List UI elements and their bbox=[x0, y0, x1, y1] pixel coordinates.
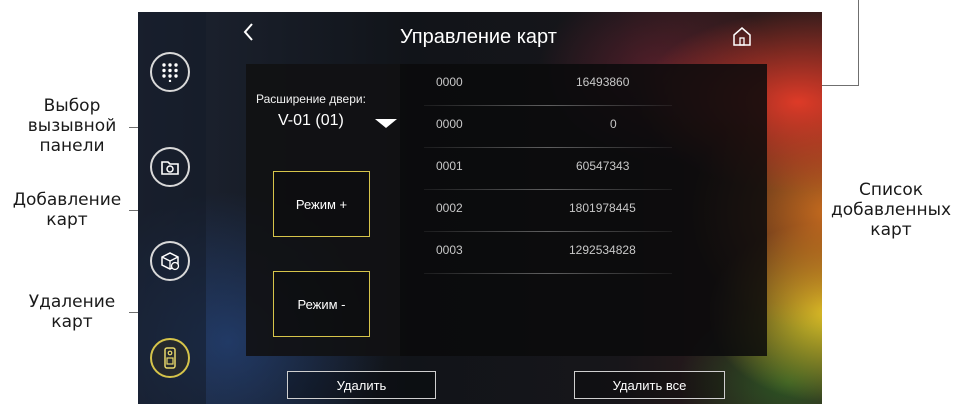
card-row[interactable]: 0000 0 bbox=[424, 106, 672, 148]
keypad-button[interactable] bbox=[150, 52, 190, 92]
card-row[interactable]: 0002 1801978445 bbox=[424, 190, 672, 232]
callout-caller-panel-line2: вызывной bbox=[27, 116, 117, 136]
callout-delete-cards: Удаление карт bbox=[12, 292, 132, 332]
settings-box-button[interactable] bbox=[150, 241, 190, 281]
card-code: 0000 bbox=[436, 117, 463, 131]
callout-card-list-line2: добавленных bbox=[830, 200, 952, 220]
callout-card-list: Список добавленных карт bbox=[822, 180, 959, 240]
back-button[interactable] bbox=[242, 22, 254, 48]
callout-card-list-line1: Список bbox=[858, 180, 924, 200]
controls-column: Расширение двери: V-01 (01) Режим + Режи… bbox=[246, 64, 400, 356]
card-code: 0000 bbox=[436, 75, 463, 89]
keypad-icon bbox=[162, 63, 178, 82]
callout-add-cards-line2: карт bbox=[46, 210, 88, 230]
callout-card-list-line3: карт bbox=[870, 220, 912, 240]
card-number: 16493860 bbox=[576, 75, 630, 89]
camera-folder-icon bbox=[161, 161, 179, 175]
callout-top-leader-horizontal bbox=[822, 85, 859, 86]
callout-delete-cards-line2: карт bbox=[51, 312, 93, 332]
dropdown-arrow-icon[interactable] bbox=[375, 119, 397, 128]
callout-add-cards: Добавление карт bbox=[4, 190, 130, 230]
device-screen: Управление карт Расширение двери: V-01 (… bbox=[138, 12, 822, 404]
page-title: Управление карт bbox=[400, 26, 557, 48]
mode-remove-button[interactable]: Режим - bbox=[273, 271, 370, 337]
card-number: 60547343 bbox=[576, 159, 630, 173]
callout-caller-panel-line3: панели bbox=[39, 136, 105, 156]
callout-caller-panel: Выбор вызывной панели bbox=[12, 96, 132, 156]
camera-folder-button[interactable] bbox=[150, 147, 190, 187]
card-row[interactable]: 0001 60547343 bbox=[424, 148, 672, 190]
door-expansion-label: Расширение двери: bbox=[256, 92, 366, 106]
delete-button[interactable]: Удалить bbox=[287, 371, 436, 399]
card-row[interactable]: 0003 1292534828 bbox=[424, 232, 672, 274]
card-reader-button[interactable] bbox=[150, 338, 190, 378]
card-code: 0001 bbox=[436, 159, 463, 173]
mode-add-button[interactable]: Режим + bbox=[273, 171, 370, 237]
callout-caller-panel-line1: Выбор bbox=[43, 96, 101, 116]
chevron-left-icon bbox=[243, 23, 253, 41]
card-reader-icon bbox=[164, 347, 176, 369]
callout-add-cards-line1: Добавление bbox=[12, 190, 122, 210]
card-code: 0002 bbox=[436, 201, 463, 215]
card-code: 0003 bbox=[436, 243, 463, 257]
card-management-panel: Расширение двери: V-01 (01) Режим + Режи… bbox=[246, 64, 767, 356]
card-number: 1801978445 bbox=[569, 201, 636, 215]
card-row[interactable]: 0000 16493860 bbox=[424, 64, 672, 106]
card-number: 0 bbox=[610, 117, 617, 131]
home-button[interactable] bbox=[731, 26, 753, 51]
sidebar bbox=[138, 12, 206, 404]
callout-top-leader-vertical bbox=[858, 0, 859, 86]
home-icon bbox=[733, 27, 751, 46]
delete-all-button[interactable]: Удалить все bbox=[574, 371, 725, 399]
door-expansion-value[interactable]: V-01 (01) bbox=[278, 112, 344, 130]
row-divider bbox=[424, 273, 672, 274]
callout-delete-cards-line1: Удаление bbox=[28, 292, 116, 312]
card-number: 1292534828 bbox=[569, 243, 636, 257]
settings-box-icon bbox=[161, 252, 180, 271]
